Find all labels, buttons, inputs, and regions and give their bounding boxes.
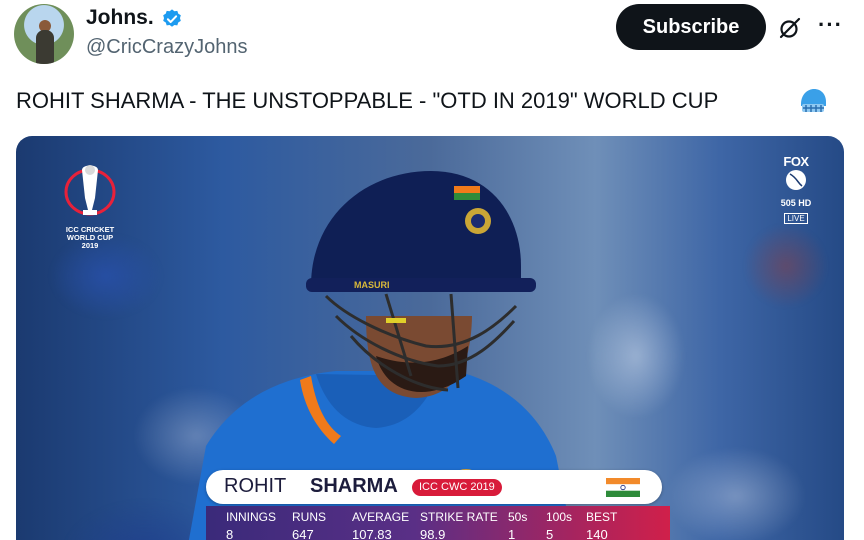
player-first-name: ROHIT	[224, 475, 287, 497]
avatar[interactable]	[14, 4, 74, 64]
stat-label: 50s	[508, 510, 528, 524]
stat-runs: RUNS 647	[292, 510, 326, 540]
stat-label: BEST	[586, 510, 618, 524]
stat-label: AVERAGE	[352, 510, 410, 524]
user-handle[interactable]: @CricCrazyJohns	[86, 36, 247, 59]
stat-best: BEST 140	[586, 510, 617, 540]
stat-innings: INNINGS 8	[226, 510, 276, 540]
tweet-text: ROHIT SHARMA - THE UNSTOPPABLE - "OTD IN…	[16, 88, 719, 113]
helmet-emoji-icon	[801, 89, 826, 112]
broadcaster-name: FOX	[783, 154, 809, 169]
fox-logo: FOX 505 HD LIVE	[776, 154, 816, 226]
stat-value: 8	[226, 527, 234, 540]
tournament-badge: ICC CWC 2019	[412, 479, 502, 496]
stat-value: 1	[508, 527, 516, 540]
stat-value: 5	[546, 527, 554, 540]
helmet-brand: MASURI	[354, 280, 390, 290]
tweet-media[interactable]: ICC CRICKET WORLD CUP 2019 FOX 505 HD LI…	[16, 136, 844, 540]
stat-label: RUNS	[292, 510, 327, 524]
display-name[interactable]: Johns.	[86, 6, 154, 30]
verified-badge-icon	[163, 9, 181, 27]
fox-cricket-ball-icon	[786, 170, 806, 190]
logo-line-3: 2019	[81, 241, 99, 250]
live-badge: LIVE	[784, 213, 808, 224]
more-options-icon[interactable]: ···	[818, 12, 843, 38]
stat-strike-rate: STRIKE RATE 98.9	[420, 510, 498, 540]
scorecard-header: ROHIT SHARMA ICC CWC 2019	[206, 470, 662, 504]
stat-label: 100s	[546, 510, 573, 524]
stat-hundreds: 100s 5	[546, 510, 572, 540]
world-cup-logo: ICC CRICKET WORLD CUP 2019	[60, 158, 120, 268]
subscribe-button[interactable]: Subscribe	[616, 4, 766, 50]
stat-value: 647	[292, 527, 314, 540]
stat-value: 107.83	[352, 527, 392, 540]
grok-icon[interactable]	[778, 16, 802, 40]
stat-average: AVERAGE 107.83	[352, 510, 409, 540]
channel-number: 505 HD	[780, 198, 812, 208]
stat-value: 140	[586, 527, 608, 540]
stat-label: STRIKE RATE	[420, 510, 498, 524]
india-flag-icon	[606, 478, 640, 497]
player-last-name: SHARMA	[310, 475, 398, 497]
stat-value: 98.9	[420, 527, 446, 540]
stat-label: INNINGS	[226, 510, 277, 524]
scorecard: ROHIT SHARMA ICC CWC 2019 INNINGS 8 RUNS…	[206, 470, 670, 540]
stat-fifties: 50s 1	[508, 510, 527, 540]
